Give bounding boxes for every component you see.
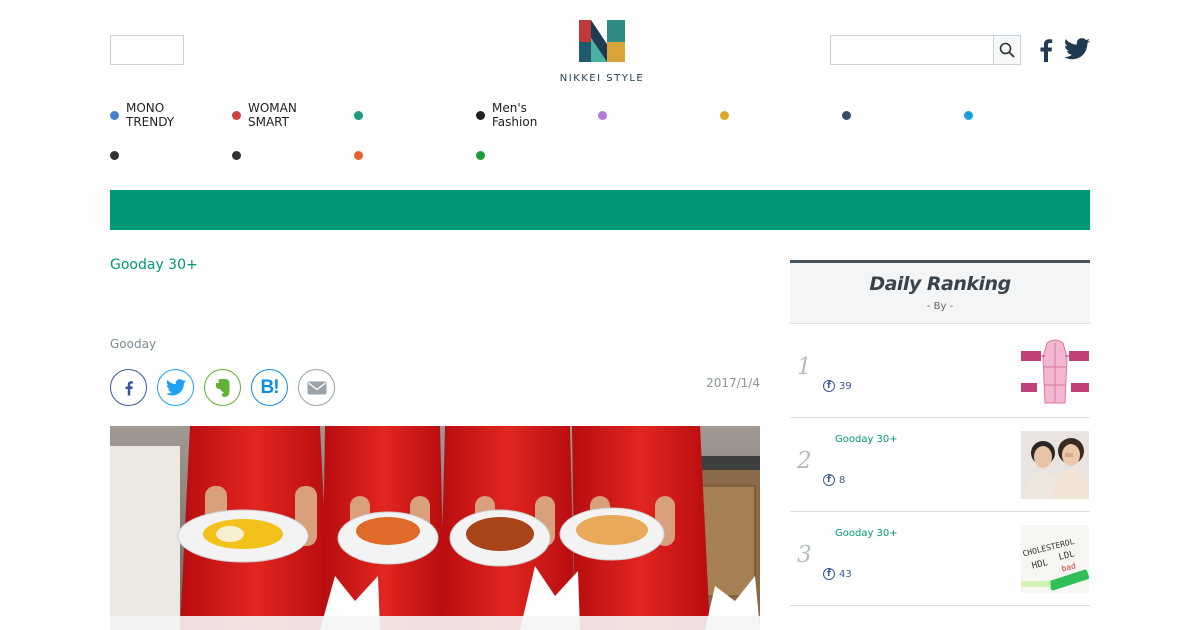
search-box xyxy=(830,35,1021,65)
rank-number: 3 xyxy=(797,542,812,568)
nav-dot xyxy=(964,110,973,120)
site-logo[interactable]: NIKKEI STYLE xyxy=(557,20,647,84)
search-button[interactable] xyxy=(993,36,1020,64)
nav-item-mens-fashion[interactable]: Men's Fashion xyxy=(476,100,596,130)
nav-dot xyxy=(232,110,241,120)
nav-item-woman-smart[interactable]: WOMAN SMART xyxy=(232,100,352,130)
nav-item-mono-trendy[interactable]: MONO TRENDY xyxy=(110,100,230,130)
section-banner xyxy=(110,190,1090,230)
nav-dot xyxy=(354,110,363,120)
rank-facebook-count: f 8 xyxy=(823,474,845,486)
rank-likes: 39 xyxy=(839,380,852,392)
share-facebook-button[interactable] xyxy=(110,369,147,406)
rank-number: 2 xyxy=(797,448,812,474)
nav-item[interactable] xyxy=(964,100,1084,130)
nav-label: MONO TRENDY xyxy=(126,101,175,129)
ranking-item[interactable]: 2 Gooday 30+ f 8 xyxy=(790,418,1090,512)
share-twitter-button[interactable] xyxy=(157,369,194,406)
nav-item[interactable] xyxy=(354,100,474,130)
rank-category[interactable]: Gooday 30+ xyxy=(835,528,898,539)
logo-icon xyxy=(579,20,625,62)
nav-dot xyxy=(598,110,607,120)
mail-icon xyxy=(307,381,326,394)
article-date: 2017/1/4 xyxy=(706,376,760,390)
facebook-icon xyxy=(125,380,133,395)
ranking-item[interactable]: 3 Gooday 30+ f 43 CHOLESTEROL HDL LDL ba… xyxy=(790,512,1090,606)
facebook-icon: f xyxy=(823,568,835,580)
nav-dot xyxy=(232,150,241,160)
rank-thumbnail[interactable]: CHOLESTEROL HDL LDL bad xyxy=(1021,525,1089,593)
search-icon xyxy=(999,42,1015,58)
nav-item[interactable] xyxy=(232,140,352,170)
nav-item[interactable] xyxy=(598,100,718,130)
facebook-icon[interactable] xyxy=(1038,38,1054,62)
rank-number: 1 xyxy=(797,354,812,380)
logo-text: NIKKEI STYLE xyxy=(559,73,645,84)
ranking-item[interactable]: 1 f 39 xyxy=(790,324,1090,418)
nav-dot xyxy=(110,110,119,120)
evernote-icon xyxy=(215,378,229,397)
share-buttons: B! xyxy=(110,369,335,406)
article-category-link[interactable]: Gooday 30+ xyxy=(110,257,198,273)
ranking-title: Daily Ranking xyxy=(869,273,1011,295)
rank-likes: 43 xyxy=(839,568,852,580)
daily-ranking: Daily Ranking - By - 1 f 39 2 Gooday 30+… xyxy=(790,260,1090,630)
twitter-icon xyxy=(165,379,186,396)
article-author: Gooday xyxy=(110,337,157,351)
nav-dot xyxy=(110,150,119,160)
hatena-bookmark-icon: B! xyxy=(260,376,279,398)
nav-label: WOMAN SMART xyxy=(248,101,297,129)
nav-item[interactable] xyxy=(476,140,596,170)
rank-thumbnail[interactable] xyxy=(1021,337,1089,405)
ranking-by: - By - xyxy=(926,301,954,312)
nav-dot xyxy=(842,110,851,120)
share-mail-button[interactable] xyxy=(298,369,335,406)
facebook-icon: f xyxy=(823,380,835,392)
share-hatena-button[interactable]: B! xyxy=(251,369,288,406)
nav-item[interactable] xyxy=(110,140,230,170)
header-button-box[interactable] xyxy=(110,35,184,65)
twitter-icon[interactable] xyxy=(1064,38,1090,60)
ranking-header: Daily Ranking - By - xyxy=(790,260,1090,324)
nav-dot xyxy=(476,110,485,120)
rank-thumbnail[interactable] xyxy=(1021,431,1089,499)
search-input[interactable] xyxy=(831,36,993,64)
rank-facebook-count: f 39 xyxy=(823,380,852,392)
rank-facebook-count: f 43 xyxy=(823,568,852,580)
nav-item[interactable] xyxy=(720,100,840,130)
nav-item[interactable] xyxy=(842,100,962,130)
nav-item[interactable] xyxy=(354,140,474,170)
rank-category[interactable]: Gooday 30+ xyxy=(835,434,898,445)
category-nav: MONO TRENDY WOMAN SMART Men's Fashion xyxy=(110,100,1090,170)
facebook-icon: f xyxy=(823,474,835,486)
share-evernote-button[interactable] xyxy=(204,369,241,406)
nav-dot xyxy=(354,150,363,160)
article-hero-image xyxy=(110,426,760,630)
nav-dot xyxy=(476,150,485,160)
rank-likes: 8 xyxy=(839,474,846,486)
nav-dot xyxy=(720,110,729,120)
nav-label: Men's Fashion xyxy=(492,101,538,129)
